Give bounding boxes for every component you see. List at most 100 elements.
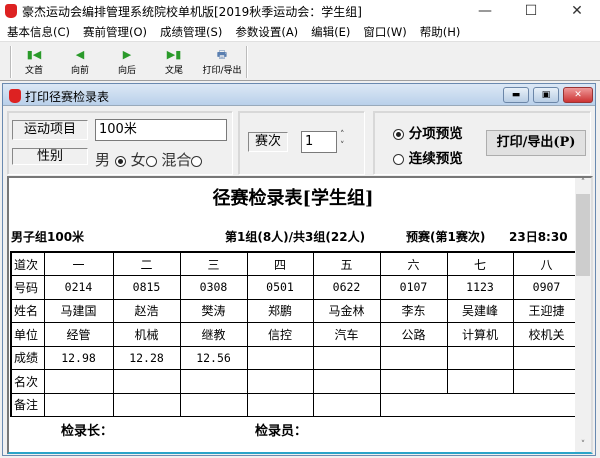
table-cell: 公路 [379,322,448,347]
print-export-tool-button[interactable]: 🖶 打印/导出 [199,47,245,79]
preview-continuous-radio[interactable] [393,153,404,165]
table-row: 名次 [10,369,581,394]
event-label: 运动项目 [12,120,88,140]
table-cell: 0214 [43,275,114,300]
row-label: 备注 [10,392,45,417]
gender-male-radio[interactable] [114,155,126,167]
table-cell: 12.28 [112,345,181,370]
prev-button[interactable]: ◀ 向前 [58,47,102,79]
table-cell [512,369,581,394]
report-title: 径赛检录表[学生组] [212,188,374,209]
app-title: 豪杰运动会编排管理系统院校单机版[2019秋季运动会：学生组] [22,4,362,19]
row-label: 姓名 [10,298,45,323]
table-cell: 信控 [246,322,314,347]
printer-icon: 🖶 [216,48,228,61]
app-title-bar: 豪杰运动会编排管理系统院校单机版[2019秋季运动会：学生组] — ☐ ✕ [0,0,600,22]
table-row: 成绩 12.98 12.28 12.56 [10,345,581,370]
table-row: 备注 [10,392,581,417]
child-close-button[interactable]: ✕ [563,87,593,103]
table-row: 姓名 马建国 赵浩 樊涛 郑鹏 马金林 李东 吴建峰 王迎捷 [10,298,581,323]
first-icon: ▮◀ [26,48,42,61]
table-cell [179,369,248,394]
table-cell: 1123 [446,275,514,300]
scroll-up-arrow[interactable]: ˄ [575,178,591,188]
child-minimize-button[interactable]: ▬ [503,87,529,103]
table-cell: 12.56 [179,345,248,370]
table-cell [246,369,314,394]
table-cell: 吴建峰 [446,298,514,323]
report-group: 第1组(8人)/共3组(22人) [225,230,366,244]
table-cell: 校机关 [512,322,581,347]
child-window-icon [9,89,21,103]
table-cell: 计算机 [446,322,514,347]
prev-label: 向前 [70,66,89,76]
last-label: 文尾 [164,66,183,76]
last-button[interactable]: ▶▮ 文尾 [152,47,196,79]
row-label: 道次 [10,251,45,276]
menu-pre-match[interactable]: 赛前管理(O) [76,24,153,40]
gender-radio-group: 男 女 混合 [95,149,203,170]
table-cell [379,369,448,394]
menu-help[interactable]: 帮助(H) [413,24,467,40]
table-cell: 0501 [246,275,314,300]
first-button[interactable]: ▮◀ 文首 [12,47,56,79]
print-export-button[interactable]: 打印/导出(P) [486,130,586,156]
table-cell: 0308 [179,275,248,300]
vertical-scrollbar[interactable]: ˄ ˅ [575,178,591,452]
menu-results[interactable]: 成绩管理(S) [153,24,228,40]
table-cell [312,345,381,370]
print-export-tool-label: 打印/导出 [202,66,242,76]
minimize-button[interactable]: — [462,0,508,22]
event-input[interactable]: 100米 [95,119,227,141]
table-cell: 五 [312,251,381,276]
table-cell [43,392,114,417]
gender-mixed-radio[interactable] [191,155,203,167]
round-input[interactable]: 1 [301,131,337,153]
preview-continuous-option[interactable]: 连续预览 [393,147,463,167]
toolbar: ▮◀ 文首 ◀ 向前 ▶ 向后 ▶▮ 文尾 🖶 打印/导出 [0,43,600,81]
table-cell: 七 [446,251,514,276]
report-preview: 径赛检录表[学生组] 男子组100米 第1组(8人)/共3组(22人) 预赛(第… [7,176,593,454]
next-button[interactable]: ▶ 向后 [105,47,149,79]
gender-female-radio[interactable] [145,155,157,167]
table-cell [379,392,581,417]
menu-settings[interactable]: 参数设置(A) [228,24,304,40]
toolbar-separator [246,46,248,78]
close-button[interactable]: ✕ [554,0,600,22]
preview-split-label: 分项预览 [408,126,463,142]
table-cell: 四 [246,251,314,276]
table-cell [446,369,514,394]
table-cell: 郑鹏 [246,298,314,323]
table-cell: 三 [179,251,248,276]
table-row: 道次一二三四五六七八 [10,251,581,276]
table-cell: 马金林 [312,298,381,323]
table-cell [312,369,381,394]
prev-icon: ◀ [75,48,85,61]
gender-male-label: 男 [95,151,111,169]
scroll-thumb[interactable] [576,194,590,276]
row-label: 号码 [10,275,45,300]
table-cell: 二 [112,251,181,276]
round-spinner[interactable]: ˄ ˅ [340,130,345,152]
record-table: 道次一二三四五六七八号码 0214 0815 0308 0501 0622 0107 1123… [10,251,581,417]
first-label: 文首 [24,66,43,76]
next-label: 向后 [117,66,136,76]
table-cell: 0622 [312,275,381,300]
child-restore-button[interactable]: ▣ [533,87,559,103]
table-cell: 樊涛 [179,298,248,323]
preview-split-radio[interactable] [393,128,404,140]
menu-edit[interactable]: 编辑(E) [304,24,356,40]
last-icon: ▶▮ [166,48,182,61]
menu-window[interactable]: 窗口(W) [356,24,412,40]
menu-basic-info[interactable]: 基本信息(C) [0,24,76,40]
preview-split-option[interactable]: 分项预览 [393,122,463,142]
table-cell: 一 [43,251,114,276]
maximize-button[interactable]: ☐ [508,0,554,22]
chief-signature-label: 检录长： [61,424,114,439]
scroll-down-arrow[interactable]: ˅ [575,440,591,450]
gender-mixed-label: 混合 [161,151,192,169]
table-cell [379,345,448,370]
menu-bar: 基本信息(C) 赛前管理(O) 成绩管理(S) 参数设置(A) 编辑(E) 窗口… [0,22,600,42]
table-cell: 0907 [512,275,581,300]
table-cell: 0107 [379,275,448,300]
